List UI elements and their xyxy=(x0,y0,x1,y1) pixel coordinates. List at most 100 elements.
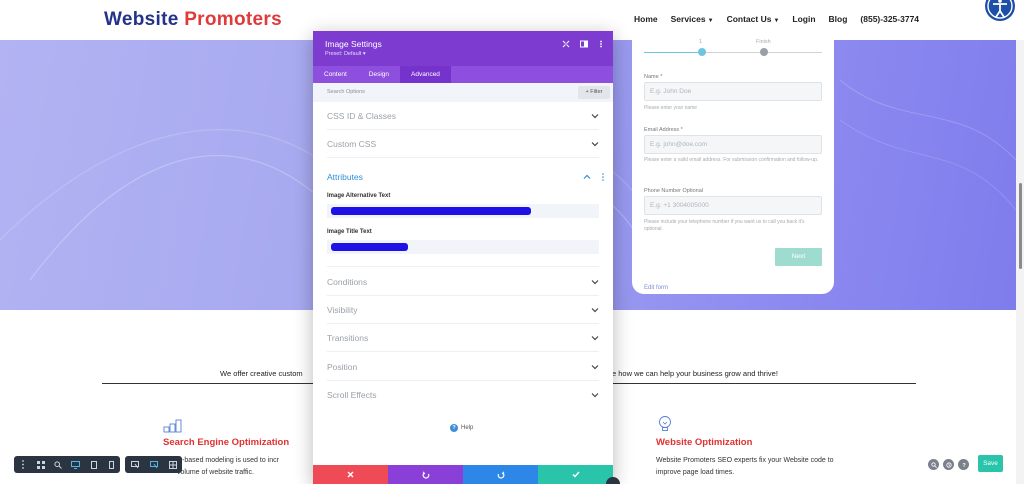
redacted-value xyxy=(331,243,408,251)
section-label: Visibility xyxy=(327,305,358,315)
help-icon: ? xyxy=(962,463,966,468)
phone-field[interactable]: E.g. +1 3004005000 xyxy=(644,196,822,215)
grid-mode-button[interactable] xyxy=(163,456,182,473)
modal-tabs: Content Design Advanced xyxy=(313,66,613,83)
image-settings-modal: Image Settings Preset: Default ▾ Content… xyxy=(313,31,613,484)
email-field[interactable]: E.g. john@doe.com xyxy=(644,135,822,154)
preset-dropdown[interactable]: Preset: Default ▾ xyxy=(325,51,366,57)
tablet-icon xyxy=(90,460,97,469)
menu-dots-button[interactable] xyxy=(14,456,32,473)
confirm-button[interactable] xyxy=(538,465,613,484)
modal-resize-handle[interactable] xyxy=(606,477,620,484)
tablet-view-button[interactable] xyxy=(85,456,103,473)
title-text-field[interactable] xyxy=(327,240,599,254)
search-icon xyxy=(930,461,937,468)
section-position[interactable]: Position xyxy=(327,362,599,376)
phone-view-button[interactable] xyxy=(102,456,120,473)
modal-title: Image Settings xyxy=(325,39,382,49)
save-button[interactable]: Save xyxy=(978,455,1003,472)
tab-content[interactable]: Content xyxy=(313,66,358,83)
nav-phone[interactable]: (855)-325-3774 xyxy=(860,14,919,24)
search-options-input[interactable]: Search Options xyxy=(327,89,365,95)
title-text-label: Image Title Text xyxy=(327,229,372,235)
tab-design[interactable]: Design xyxy=(358,66,400,83)
cancel-button[interactable] xyxy=(313,465,388,484)
alt-text-field[interactable] xyxy=(327,204,599,218)
main-nav: Home Services ▼ Contact Us ▼ Login Blog (8… xyxy=(634,14,919,24)
cursor-icon xyxy=(130,460,139,468)
nav-home[interactable]: Home xyxy=(634,14,658,24)
section-divider xyxy=(327,323,599,324)
help-label: Help xyxy=(461,425,474,431)
section-scroll-effects[interactable]: Scroll Effects xyxy=(327,390,599,404)
chevron-down-icon xyxy=(591,393,599,398)
progress-fill xyxy=(644,52,703,53)
accessibility-icon xyxy=(985,0,1015,21)
dots-vertical-icon[interactable] xyxy=(601,172,605,182)
name-label: Name * xyxy=(644,74,663,80)
section-label: Conditions xyxy=(327,277,368,287)
section-transitions[interactable]: Transitions xyxy=(327,333,599,347)
builder-history-button[interactable] xyxy=(943,459,954,470)
section-label: Position xyxy=(327,362,358,372)
alt-text-label: Image Alternative Text xyxy=(327,193,391,199)
section-divider xyxy=(327,266,599,267)
filter-button[interactable]: + Filter xyxy=(578,86,610,99)
tab-advanced[interactable]: Advanced xyxy=(400,66,451,83)
dots-vertical-icon[interactable] xyxy=(596,39,606,49)
chevron-down-icon: ▼ xyxy=(707,18,714,24)
section-label: Scroll Effects xyxy=(327,390,377,400)
expand-icon[interactable] xyxy=(561,39,571,49)
edit-form-link[interactable]: Edit form xyxy=(644,285,668,291)
grid-icon xyxy=(168,460,177,469)
name-field[interactable]: E.g. John Doe xyxy=(644,82,822,101)
progress-dot-finish xyxy=(760,48,768,56)
section-custom-css[interactable]: Custom CSS xyxy=(327,139,599,153)
hover-icon xyxy=(149,460,158,468)
builder-view-toolbar xyxy=(14,456,120,473)
modal-footer xyxy=(313,465,613,484)
nav-contact[interactable]: Contact Us ▼ xyxy=(727,14,780,24)
phone-label: Phone Number Optional xyxy=(644,188,704,194)
zoom-button[interactable] xyxy=(49,456,67,473)
nav-services[interactable]: Services ▼ xyxy=(671,14,714,24)
hover-mode-button[interactable] xyxy=(144,456,163,473)
chevron-up-icon xyxy=(583,174,591,179)
nav-login[interactable]: Login xyxy=(792,14,815,24)
undo-button[interactable] xyxy=(388,465,463,484)
next-button[interactable]: Next xyxy=(775,248,822,266)
click-mode-button[interactable] xyxy=(125,456,144,473)
logo-word-2: Promoters xyxy=(184,9,282,30)
contact-form-card: 1 Finish Name * E.g. John Doe Please ent… xyxy=(632,28,834,294)
seo-chart-icon xyxy=(163,419,182,433)
service-title-web[interactable]: Website Optimization xyxy=(656,437,752,448)
section-attributes[interactable]: Attributes xyxy=(327,172,604,186)
service-title-seo[interactable]: Search Engine Optimization xyxy=(163,437,289,448)
service-text-seo-2: volume of website traffic. xyxy=(177,469,254,476)
help-link[interactable]: ? Help xyxy=(450,424,473,432)
site-logo[interactable]: Website Promoters xyxy=(104,9,282,31)
section-visibility[interactable]: Visibility xyxy=(327,305,599,319)
service-text-web-2: improve page load times. xyxy=(656,469,735,476)
accessibility-button[interactable] xyxy=(984,0,1016,22)
builder-search-button[interactable] xyxy=(928,459,939,470)
chevron-down-icon xyxy=(591,308,599,313)
nav-blog[interactable]: Blog xyxy=(829,14,848,24)
scrollbar-thumb[interactable] xyxy=(1019,183,1022,269)
builder-help-button[interactable]: ? xyxy=(958,459,969,470)
desktop-view-button[interactable] xyxy=(67,456,85,473)
modal-header[interactable]: Image Settings Preset: Default ▾ xyxy=(313,31,613,66)
email-help: Please enter a valid email address. For … xyxy=(644,157,819,163)
progress-dot-current xyxy=(698,48,706,56)
layers-button[interactable] xyxy=(32,456,50,473)
service-text-web-1: Website Promoters SEO experts fix your W… xyxy=(656,457,834,464)
section-conditions[interactable]: Conditions xyxy=(327,277,599,291)
section-divider xyxy=(327,129,599,130)
redo-button[interactable] xyxy=(463,465,538,484)
section-divider xyxy=(327,295,599,296)
progress-step-label: 1 xyxy=(699,39,703,45)
section-divider xyxy=(327,380,599,381)
section-css-id-classes[interactable]: CSS ID & Classes xyxy=(327,111,599,125)
options-search-bar: Search Options + Filter xyxy=(313,83,613,102)
split-view-icon[interactable] xyxy=(579,39,589,49)
